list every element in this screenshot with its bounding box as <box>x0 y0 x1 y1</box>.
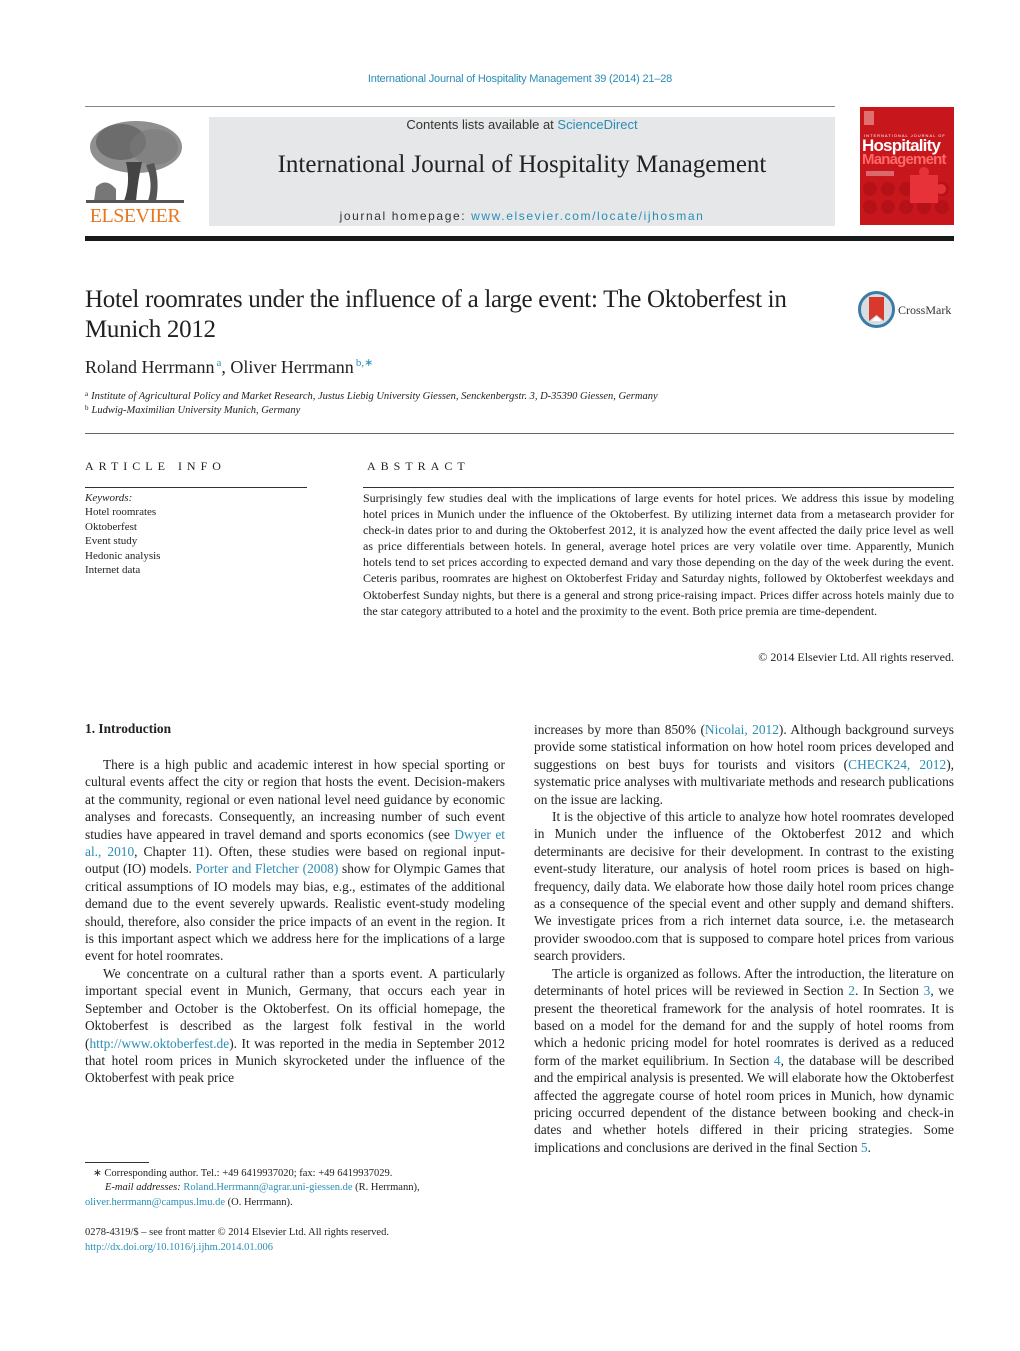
section-link[interactable]: 4 <box>774 1053 781 1068</box>
affiliation-mark: a <box>85 390 89 398</box>
abstract-divider <box>363 487 954 488</box>
paragraph: There is a high public and academic inte… <box>85 756 505 965</box>
corresponding-author-note: ∗ Corresponding author. Tel.: +49 641993… <box>93 1168 393 1179</box>
abstract-heading: ABSTRACT <box>367 459 470 473</box>
homepage-line: journal homepage: www.elsevier.com/locat… <box>209 209 835 223</box>
keyword: Hedonic analysis <box>85 549 161 562</box>
text-run: . In Section <box>854 983 924 999</box>
email-note: E-mail addresses: Roland.Herrmann@agrar.… <box>85 1181 505 1210</box>
citation-link[interactable]: Nicolai, 2012 <box>705 722 779 737</box>
elsevier-tree-icon <box>86 117 184 205</box>
journal-banner: Contents lists available at ScienceDirec… <box>209 117 835 226</box>
text-run: increases by more than 850% ( <box>534 722 705 737</box>
email-owner: (R. Herrmann), <box>352 1182 420 1194</box>
author-name[interactable]: Oliver Herrmann <box>230 357 353 377</box>
contents-prefix: Contents lists available at <box>406 117 558 132</box>
paragraph: It is the objective of this article to a… <box>534 809 954 964</box>
front-matter-text: 0278-4319/$ – see front matter © 2014 El… <box>85 1227 389 1238</box>
author-list: Roland Herrmann a, Oliver Herrmann b,∗ <box>85 357 374 377</box>
text-run: , the database will be described and the… <box>534 1052 954 1155</box>
keyword: Event study <box>85 535 138 548</box>
footnotes: ∗ Corresponding author. Tel.: +49 641993… <box>85 1167 505 1210</box>
contents-line: Contents lists available at ScienceDirec… <box>209 117 835 132</box>
header-thick-divider <box>85 236 954 241</box>
affiliation-text: Institute of Agricultural Policy and Mar… <box>91 391 658 402</box>
oktoberfest-url-link[interactable]: http://www.oktoberfest.de <box>89 1036 229 1051</box>
email-link[interactable]: oliver.herrmann@campus.lmu.de <box>85 1197 225 1208</box>
journal-citation[interactable]: International Journal of Hospitality Man… <box>0 73 1020 85</box>
affiliation-text: Ludwig-Maximilian University Munich, Ger… <box>91 405 301 416</box>
keyword: Oktoberfest <box>85 520 137 533</box>
doi-link[interactable]: http://dx.doi.org/10.1016/j.ijhm.2014.01… <box>85 1242 273 1253</box>
cover-title-2: Management <box>862 151 946 168</box>
email-owner: (O. Herrmann). <box>225 1196 293 1208</box>
keywords-list: Keywords: Hotel roomrates Oktoberfest Ev… <box>85 491 160 577</box>
article-info-heading: ARTICLE INFO <box>85 459 226 473</box>
citation-link[interactable]: Porter and Fletcher (2008) <box>196 861 339 876</box>
paragraph: The article is organized as follows. Aft… <box>534 965 954 1156</box>
body-right-column: increases by more than 850% (Nicolai, 20… <box>534 721 954 1156</box>
section-link[interactable]: 2 <box>848 983 855 998</box>
crossmark-button[interactable]: CrossMark <box>858 291 958 329</box>
affiliation: b Ludwig-Maximilian University Munich, Ge… <box>85 404 300 416</box>
homepage-link[interactable]: www.elsevier.com/locate/ijhosman <box>471 209 704 223</box>
crossmark-label: CrossMark <box>898 303 952 317</box>
keywords-label: Keywords: <box>85 492 133 504</box>
sciencedirect-link[interactable]: ScienceDirect <box>557 117 637 132</box>
title-divider <box>85 433 954 434</box>
affiliation-mark: b <box>85 404 89 412</box>
front-matter: 0278-4319/$ – see front matter © 2014 El… <box>85 1225 505 1255</box>
elsevier-wordmark: ELSEVIER <box>89 205 181 227</box>
text-run: . <box>867 1139 871 1155</box>
crossmark-icon <box>858 291 895 328</box>
email-link[interactable]: Roland.Herrmann@agrar.uni-giessen.de <box>183 1182 352 1193</box>
footnote-divider <box>85 1162 149 1163</box>
section-link[interactable]: 5 <box>861 1140 868 1155</box>
author-name[interactable]: Roland Herrmann <box>85 357 214 377</box>
elsevier-logo[interactable]: ELSEVIER <box>85 117 185 227</box>
journal-name: International Journal of Hospitality Man… <box>277 151 767 178</box>
paragraph: We concentrate on a cultural rather than… <box>85 965 505 1087</box>
abstract-text: Surprisingly few studies deal with the i… <box>363 491 954 618</box>
paragraph: increases by more than 850% (Nicolai, 20… <box>534 721 954 808</box>
article-title: Hotel roomrates under the influence of a… <box>85 286 787 343</box>
keyword: Internet data <box>85 564 141 577</box>
abstract-copyright: © 2014 Elsevier Ltd. All rights reserved… <box>758 650 954 664</box>
citation-link[interactable]: CHECK24, 2012 <box>848 757 946 772</box>
keyword: Hotel roomrates <box>85 506 157 519</box>
email-label: E-mail addresses: <box>105 1182 181 1194</box>
author-affil-mark[interactable]: a <box>216 357 221 369</box>
article-info-divider <box>85 487 307 488</box>
affiliation: a Institute of Agricultural Policy and Ma… <box>85 390 658 402</box>
homepage-prefix: journal homepage: <box>339 209 472 223</box>
text-run: There is a high public and academic inte… <box>85 757 505 842</box>
body-left-column: There is a high public and academic inte… <box>85 756 505 1087</box>
journal-cover-image[interactable]: INTERNATIONAL JOURNAL OF Hospitality Man… <box>860 107 954 225</box>
header-divider <box>85 106 835 107</box>
section-heading-introduction: 1. Introduction <box>85 721 172 736</box>
author-affil-mark[interactable]: b,∗ <box>356 357 373 369</box>
text-run: show for Olympic Games that critical ass… <box>85 861 505 964</box>
